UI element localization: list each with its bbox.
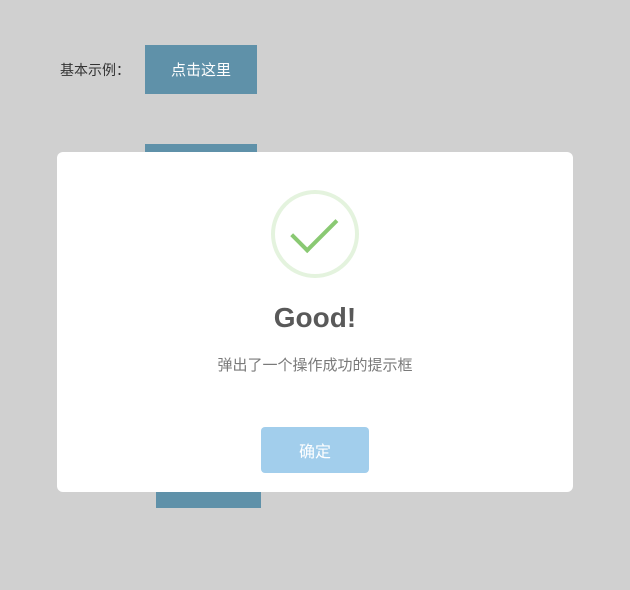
modal-message: 弹出了一个操作成功的提示框	[77, 354, 553, 375]
success-icon-wrap	[77, 190, 553, 278]
success-modal: Good! 弹出了一个操作成功的提示框 确定	[57, 152, 573, 492]
confirm-button[interactable]: 确定	[261, 427, 369, 473]
success-circle-icon	[271, 190, 359, 278]
modal-overlay: Good! 弹出了一个操作成功的提示框 确定	[0, 0, 630, 590]
modal-title: Good!	[77, 302, 553, 334]
checkmark-icon	[290, 205, 338, 253]
